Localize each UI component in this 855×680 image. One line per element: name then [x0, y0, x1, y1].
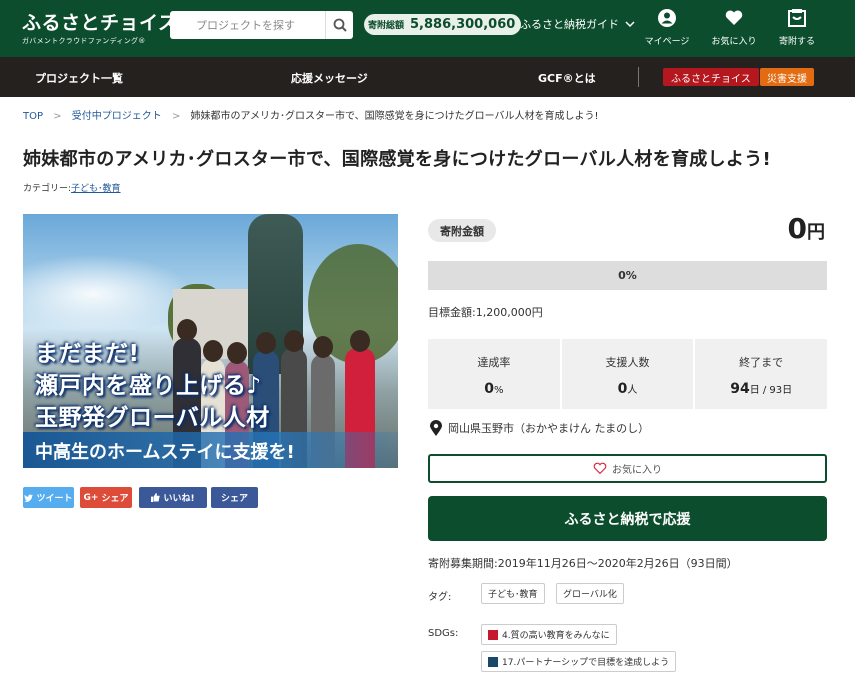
project-hero-image: まだまだ! 瀬戸内を盛り上げる♪ 玉野発グローバル人材 中高生のホームステイに支… — [23, 214, 398, 468]
category-link[interactable]: 子ども･教育 — [71, 184, 121, 194]
breadcrumb-separator: > — [171, 111, 181, 122]
mypage-icon — [658, 9, 676, 27]
heart-icon — [725, 10, 743, 25]
total-donation-badge: 寄附総額 5,886,300,060 — [364, 14, 522, 35]
logo-main: ふるさとチョイス — [22, 12, 178, 34]
donate-link-label: 寄附する — [778, 37, 815, 47]
logo-sub: ガバメントクラウドファンディング® — [22, 37, 146, 45]
disaster-support-link[interactable]: 災害支援 — [760, 68, 814, 86]
hero-bottom-text: 中高生のホームステイに支援を! — [35, 442, 295, 463]
nav-messages[interactable]: 応援メッセージ — [291, 70, 368, 86]
breadcrumb: TOP > 受付中プロジェクト > 姉妹都市のアメリカ･グロスター市で、国際感覚… — [23, 107, 599, 122]
tag-chip[interactable]: グローバル化 — [556, 583, 624, 604]
top-header: ふるさとチョイス ガバメントクラウドファンディング® 寄附総額 5,886,30… — [0, 0, 855, 57]
add-favorite-button[interactable]: お気に入り — [428, 454, 827, 483]
stat-achievement: 達成率 0% — [428, 339, 560, 409]
chevron-down-icon — [625, 21, 635, 28]
tags-label: タグ: — [428, 592, 452, 603]
hero-line-2: 瀬戸内を盛り上げる♪ — [35, 373, 262, 399]
share-label: シェア — [220, 494, 248, 504]
search-icon — [333, 18, 347, 32]
breadcrumb-current: 姉妹都市のアメリカ･グロスター市で、国際感覚を身につけたグローバル人材を育成しよ… — [190, 111, 599, 122]
sdg-text: 17.パートナーシップで目標を達成しよう — [502, 658, 670, 668]
progress-text: 0% — [618, 269, 637, 282]
sdg-17-icon — [488, 656, 498, 667]
guide-label: ふるさと納税ガイド — [520, 18, 619, 31]
gplus-icon: G+ — [83, 492, 99, 503]
stat-label: 終了まで — [739, 356, 784, 369]
gift-icon — [788, 9, 806, 27]
favorite-label: お気に入り — [612, 465, 662, 476]
project-title: 姉妹都市のアメリカ･グロスター市で、国際感覚を身につけたグローバル人材を育成しよ… — [23, 149, 772, 170]
donate-button[interactable]: ふるさと納税で応援 — [428, 496, 827, 541]
amount-value: 0 — [787, 212, 807, 245]
breadcrumb-separator: > — [53, 111, 62, 122]
facebook-like-button[interactable]: いいね! — [139, 487, 207, 508]
nav-divider — [638, 67, 639, 87]
donation-amount: 0円 — [788, 212, 825, 245]
map-pin-icon — [430, 420, 442, 436]
twitter-icon — [24, 494, 34, 502]
thumbs-up-icon — [151, 493, 161, 502]
main-nav: プロジェクト一覧 応援メッセージ GCF®とは ふるさとチョイス 災害支援 — [0, 57, 855, 97]
favorites-link[interactable]: お気に入り — [704, 8, 764, 47]
stat-value: 94日 / 93日 — [730, 381, 793, 397]
search-box — [170, 11, 353, 39]
stats-panel: 達成率 0% 支援人数 0人 終了まで 94日 / 93日 — [428, 339, 828, 409]
breadcrumb-active-projects[interactable]: 受付中プロジェクト — [72, 111, 162, 122]
goal-amount: 目標金額:1,200,000円 — [428, 306, 543, 319]
hero-bottom-banner: 中高生のホームステイに支援を! — [23, 432, 398, 468]
breadcrumb-top[interactable]: TOP — [23, 111, 43, 122]
like-label: いいね! — [163, 494, 195, 504]
project-category: カテゴリー:子ども･教育 — [23, 181, 121, 194]
donate-link[interactable]: 寄附する — [767, 8, 827, 47]
category-label: カテゴリー: — [23, 184, 72, 194]
stat-value: 0% — [484, 381, 504, 397]
hero-line-1: まだまだ! — [35, 341, 140, 367]
location-text: 岡山県玉野市（おかやまけん たまのし） — [448, 422, 650, 435]
site-logo[interactable]: ふるさとチョイス ガバメントクラウドファンディング® — [22, 8, 177, 46]
donation-amount-label: 寄附金額 — [428, 219, 496, 242]
stat-label: 達成率 — [477, 356, 511, 369]
sdg-4-icon — [488, 629, 498, 640]
total-label: 寄附総額 — [368, 21, 405, 31]
tag-chip[interactable]: 子ども･教育 — [481, 583, 545, 604]
furusato-choice-link[interactable]: ふるさとチョイス — [663, 68, 759, 86]
stat-supporters: 支援人数 0人 — [561, 339, 694, 409]
tweet-button[interactable]: ツイート — [23, 487, 74, 508]
heart-outline-icon — [593, 462, 607, 475]
sdgs-label: SDGs: — [428, 628, 459, 639]
stat-value: 0人 — [617, 381, 638, 397]
gplus-label: シェア — [101, 494, 129, 504]
amount-unit: 円 — [807, 222, 825, 243]
favorites-label: お気に入り — [711, 37, 757, 47]
hero-line-3: 玉野発グローバル人材 — [35, 405, 270, 431]
project-location: 岡山県玉野市（おかやまけん たまのし） — [430, 420, 649, 436]
sdg-chip[interactable]: 4.質の高い教育をみんなに — [481, 624, 617, 645]
mypage-label: マイページ — [644, 37, 690, 47]
donation-period: 寄附募集期間:2019年11月26日〜2020年2月26日（93日間） — [428, 557, 738, 570]
nav-about-gcf[interactable]: GCF®とは — [538, 70, 596, 86]
tweet-label: ツイート — [36, 494, 73, 504]
total-value: 5,886,300,060 — [410, 17, 516, 32]
stat-label: 支援人数 — [605, 356, 650, 369]
search-input[interactable] — [170, 11, 320, 39]
sdg-chip[interactable]: 17.パートナーシップで目標を達成しよう — [481, 651, 677, 672]
nav-project-list[interactable]: プロジェクト一覧 — [35, 70, 123, 86]
sdg-text: 4.質の高い教育をみんなに — [502, 631, 610, 641]
search-button[interactable] — [325, 11, 353, 39]
facebook-share-button[interactable]: シェア — [211, 487, 258, 508]
progress-bar: 0% — [428, 261, 827, 290]
mypage-link[interactable]: マイページ — [637, 8, 697, 47]
furusato-guide-menu[interactable]: ふるさと納税ガイド — [520, 16, 635, 32]
stat-days-left: 終了まで 94日 / 93日 — [695, 339, 828, 409]
gplus-share-button[interactable]: G+ シェア — [80, 487, 132, 508]
